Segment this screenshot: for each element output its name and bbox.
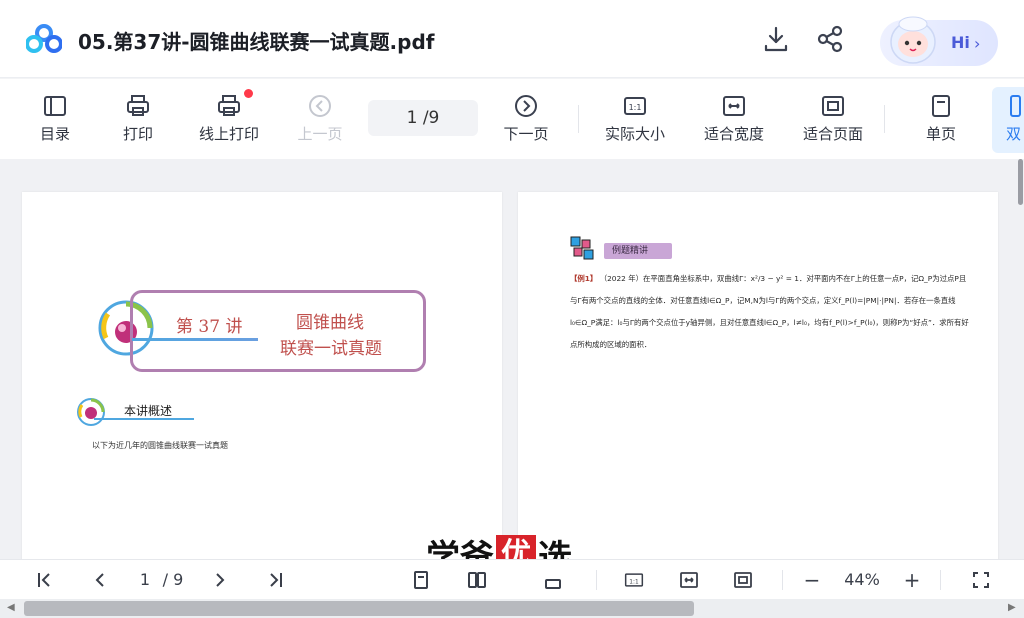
single-page-view-icon[interactable] — [410, 568, 432, 592]
chevron-right-circle-icon — [515, 95, 537, 117]
zoom-out-button[interactable]: − — [802, 568, 822, 592]
double-page-icon — [1010, 95, 1021, 117]
title-bar: 05.第37讲-圆锥曲线联赛一试真题.pdf Hi › — [0, 0, 1024, 78]
bottom-divider — [782, 570, 783, 590]
chapter-title-frame — [130, 290, 426, 372]
document-title: 05.第37讲-圆锥曲线联赛一试真题.pdf — [78, 30, 435, 54]
actual-size-icon[interactable]: 1:1 — [622, 568, 646, 592]
svg-text:1:1: 1:1 — [629, 103, 642, 112]
section-body: 以下为近几年的圆锥曲线联赛一试真题 — [92, 441, 228, 450]
fit-width-icon — [723, 96, 745, 116]
section-underline — [94, 418, 194, 420]
chapter-underline — [132, 338, 258, 341]
next-page-label: 下一页 — [503, 125, 549, 143]
document-viewer[interactable]: 第 37 讲 圆锥曲线 联赛一试真题 本讲概述 以下为近几年的圆锥曲线联赛一试真… — [0, 159, 1024, 559]
scroll-view-icon[interactable] — [542, 568, 564, 592]
share-icon[interactable] — [815, 24, 845, 54]
page-indicator[interactable]: 1 /9 — [368, 100, 478, 136]
example-blocks-icon — [570, 236, 594, 260]
scroll-left-arrow-icon[interactable]: ◀ — [7, 602, 15, 613]
print-button[interactable]: 打印 — [101, 87, 175, 153]
vertical-scrollbar[interactable] — [1016, 159, 1024, 559]
zoom-in-button[interactable]: + — [902, 568, 922, 592]
scroll-right-arrow-icon[interactable]: ▶ — [1008, 602, 1016, 613]
single-page-label: 单页 — [925, 125, 956, 143]
prev-page-icon[interactable] — [90, 568, 110, 592]
example-text: （2022 年）在平面直角坐标系中，双曲线Γ：x²/3 − y² = 1．对平面… — [570, 274, 969, 349]
next-page-button[interactable]: 下一页 — [489, 87, 563, 153]
chapter-number: 第 37 讲 — [176, 317, 243, 337]
printer-icon — [218, 95, 240, 116]
pdf-page-2: 例题精讲 【例1】 （2022 年）在平面直角坐标系中，双曲线Γ：x²/3 − … — [518, 192, 998, 559]
fit-width-button[interactable]: 适合宽度 — [697, 87, 771, 153]
actual-size-label: 实际大小 — [604, 125, 665, 143]
app-logo-icon — [26, 24, 62, 53]
first-page-icon[interactable] — [34, 568, 56, 592]
page-total: / 9 — [162, 570, 184, 589]
example-section-tag: 例题精讲 — [604, 243, 672, 259]
prev-page-button[interactable]: 上一页 — [283, 87, 357, 153]
double-page-label: 双 — [1006, 125, 1022, 143]
single-page-button[interactable]: 单页 — [904, 87, 978, 153]
double-page-view-icon[interactable] — [466, 568, 488, 592]
fit-page-button[interactable]: 适合页面 — [796, 87, 870, 153]
example-label: 【例1】 — [570, 274, 598, 283]
pdf-page-1: 第 37 讲 圆锥曲线 联赛一试真题 本讲概述 以下为近几年的圆锥曲线联赛一试真… — [22, 192, 502, 559]
actual-size-icon: 1:1 — [624, 97, 646, 115]
chapter-title-line2: 联赛一试真题 — [280, 339, 382, 359]
bottom-navigation-bar: 1 / 9 1:1 − 44% + — [0, 559, 1024, 599]
single-page-icon — [932, 95, 950, 117]
toc-button[interactable]: 目录 — [18, 87, 92, 153]
assistant-label[interactable]: Hi — [951, 33, 970, 52]
notification-dot — [244, 89, 253, 98]
vertical-scroll-thumb[interactable] — [1018, 159, 1023, 205]
last-page-icon[interactable] — [264, 568, 286, 592]
online-print-label: 线上打印 — [198, 125, 259, 143]
example-problem: 【例1】 （2022 年）在平面直角坐标系中，双曲线Γ：x²/3 − y² = … — [570, 268, 970, 356]
chevron-right-icon[interactable]: › — [974, 34, 980, 53]
zoom-level[interactable]: 44% — [840, 568, 884, 592]
horizontal-scroll-thumb[interactable] — [24, 601, 694, 616]
toc-icon — [44, 96, 66, 116]
actual-size-button[interactable]: 1:1 实际大小 — [598, 87, 672, 153]
fit-page-icon — [822, 96, 844, 116]
toolbar-divider — [884, 105, 885, 133]
chapter-title-line1: 圆锥曲线 — [296, 313, 364, 333]
viewer-toolbar: 目录 打印 线上打印 上一页 1 /9 下一页 1:1 实际大小 适合宽度 适合… — [0, 79, 1024, 159]
toolbar-divider — [578, 105, 579, 133]
prev-page-label: 上一页 — [297, 125, 343, 143]
double-page-button[interactable]: 双 — [992, 87, 1024, 153]
section-emblem-icon — [77, 398, 105, 426]
assistant-avatar[interactable] — [884, 10, 942, 68]
fullscreen-icon[interactable] — [970, 568, 992, 592]
next-page-icon[interactable] — [210, 568, 230, 592]
fit-width-icon[interactable] — [678, 568, 700, 592]
printer-icon — [127, 95, 149, 116]
chevron-left-circle-icon — [309, 95, 331, 117]
fit-width-label: 适合宽度 — [703, 125, 764, 143]
bottom-divider — [596, 570, 597, 590]
section-heading: 本讲概述 — [124, 404, 173, 418]
bottom-divider — [940, 570, 941, 590]
download-icon[interactable] — [761, 24, 791, 54]
fit-page-icon[interactable] — [732, 568, 754, 592]
svg-text:1:1: 1:1 — [629, 579, 639, 585]
online-print-button[interactable]: 线上打印 — [192, 87, 266, 153]
horizontal-scrollbar[interactable]: ◀ ▶ — [0, 599, 1024, 618]
fit-page-label: 适合页面 — [802, 125, 863, 143]
toc-label: 目录 — [39, 125, 70, 143]
page-current-input[interactable]: 1 — [138, 568, 152, 592]
print-label: 打印 — [122, 125, 153, 143]
